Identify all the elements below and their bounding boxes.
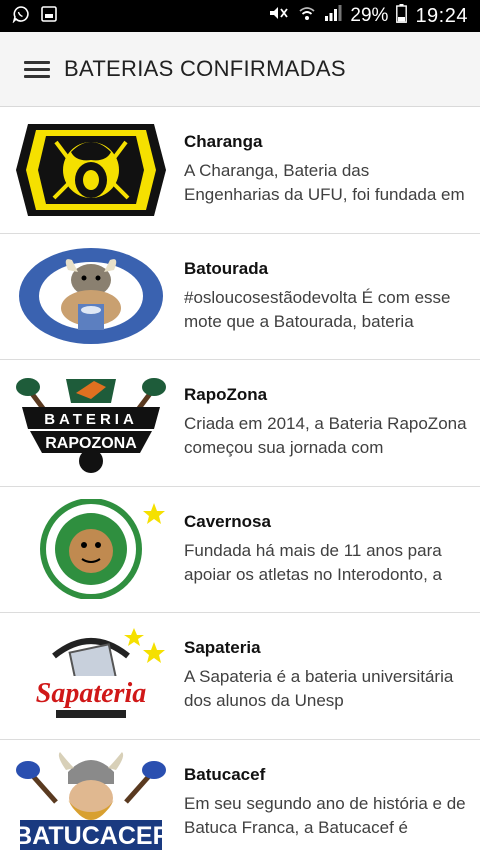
status-bar: 29% 19:24 — [0, 0, 480, 32]
item-description: Fundada há mais de 11 anos para apoiar o… — [184, 540, 443, 584]
cavernosa-logo — [16, 499, 166, 600]
list-item-cavernosa[interactable]: Cavernosa Fundada há mais de 11 anos par… — [0, 486, 480, 613]
item-title: Charanga — [184, 132, 263, 152]
bateria-list: Charanga A Charanga, Bateria das Engenha… — [0, 107, 480, 854]
app-bar: BATERIAS CONFIRMADAS — [0, 32, 480, 107]
list-item-text: Batourada #osloucosestãodevolta É com es… — [184, 259, 480, 334]
mute-icon — [268, 4, 290, 28]
list-item-charanga[interactable]: Charanga A Charanga, Bateria das Engenha… — [0, 107, 480, 234]
whatsapp-notification-icon — [12, 5, 30, 28]
item-title: Batourada — [184, 258, 269, 278]
item-description: #osloucosestãodevolta É com esse mote qu… — [184, 287, 451, 331]
batucacef-name-text: BATUCACEF — [16, 822, 166, 850]
item-title: Batucacef — [184, 764, 266, 784]
battery-icon — [396, 3, 408, 29]
clock: 19:24 — [415, 4, 468, 27]
list-item-sapateria[interactable]: Sapateria Sapateria A Sapateria é a bate… — [0, 613, 480, 740]
charanga-logo — [16, 120, 166, 220]
sapateria-logo: Sapateria — [16, 626, 166, 726]
rapozona-banner-text: BATERIA — [44, 411, 138, 428]
item-description: Em seu segundo ano de história e de Batu… — [184, 793, 466, 837]
item-description: A Charanga, Bateria das Engenharias da U… — [184, 161, 465, 205]
list-item-rapozona[interactable]: BATERIA RAPOZONA RapoZona Criada em 2014… — [0, 360, 480, 487]
signal-icon — [324, 4, 342, 28]
status-left — [12, 5, 58, 28]
status-right: 29% 19:24 — [268, 3, 468, 29]
item-title: RapoZona — [184, 385, 268, 405]
sapateria-name-text: Sapateria — [36, 678, 146, 709]
list-item-text: Cavernosa Fundada há mais de 11 anos par… — [184, 512, 480, 587]
page-title: BATERIAS CONFIRMADAS — [64, 56, 346, 81]
list-item-batourada[interactable]: Batourada #osloucosestãodevolta É com es… — [0, 233, 480, 360]
gallery-notification-icon — [40, 5, 58, 28]
list-item-text: RapoZona Criada em 2014, a Bateria RapoZ… — [184, 385, 480, 460]
hamburger-menu-icon[interactable] — [24, 59, 50, 79]
batucacef-logo: BATUCACEF — [16, 752, 166, 852]
rapozona-name-text: RAPOZONA — [45, 435, 137, 452]
list-item-text: Charanga A Charanga, Bateria das Engenha… — [184, 132, 480, 207]
list-item-text: Batucacef Em seu segundo ano de história… — [184, 765, 480, 840]
item-title: Cavernosa — [184, 511, 271, 531]
wifi-icon — [298, 4, 316, 28]
battery-percentage: 29% — [350, 5, 389, 26]
list-item-batucacef[interactable]: BATUCACEF Batucacef Em seu segundo ano d… — [0, 739, 480, 854]
rapozona-logo: BATERIA RAPOZONA — [16, 373, 166, 473]
item-description: A Sapateria é a bateria universitária do… — [184, 667, 454, 711]
list-item-text: Sapateria A Sapateria é a bateria univer… — [184, 638, 480, 713]
batourada-logo — [16, 246, 166, 346]
item-description: Criada em 2014, a Bateria RapoZona começ… — [184, 414, 467, 458]
item-title: Sapateria — [184, 638, 261, 658]
